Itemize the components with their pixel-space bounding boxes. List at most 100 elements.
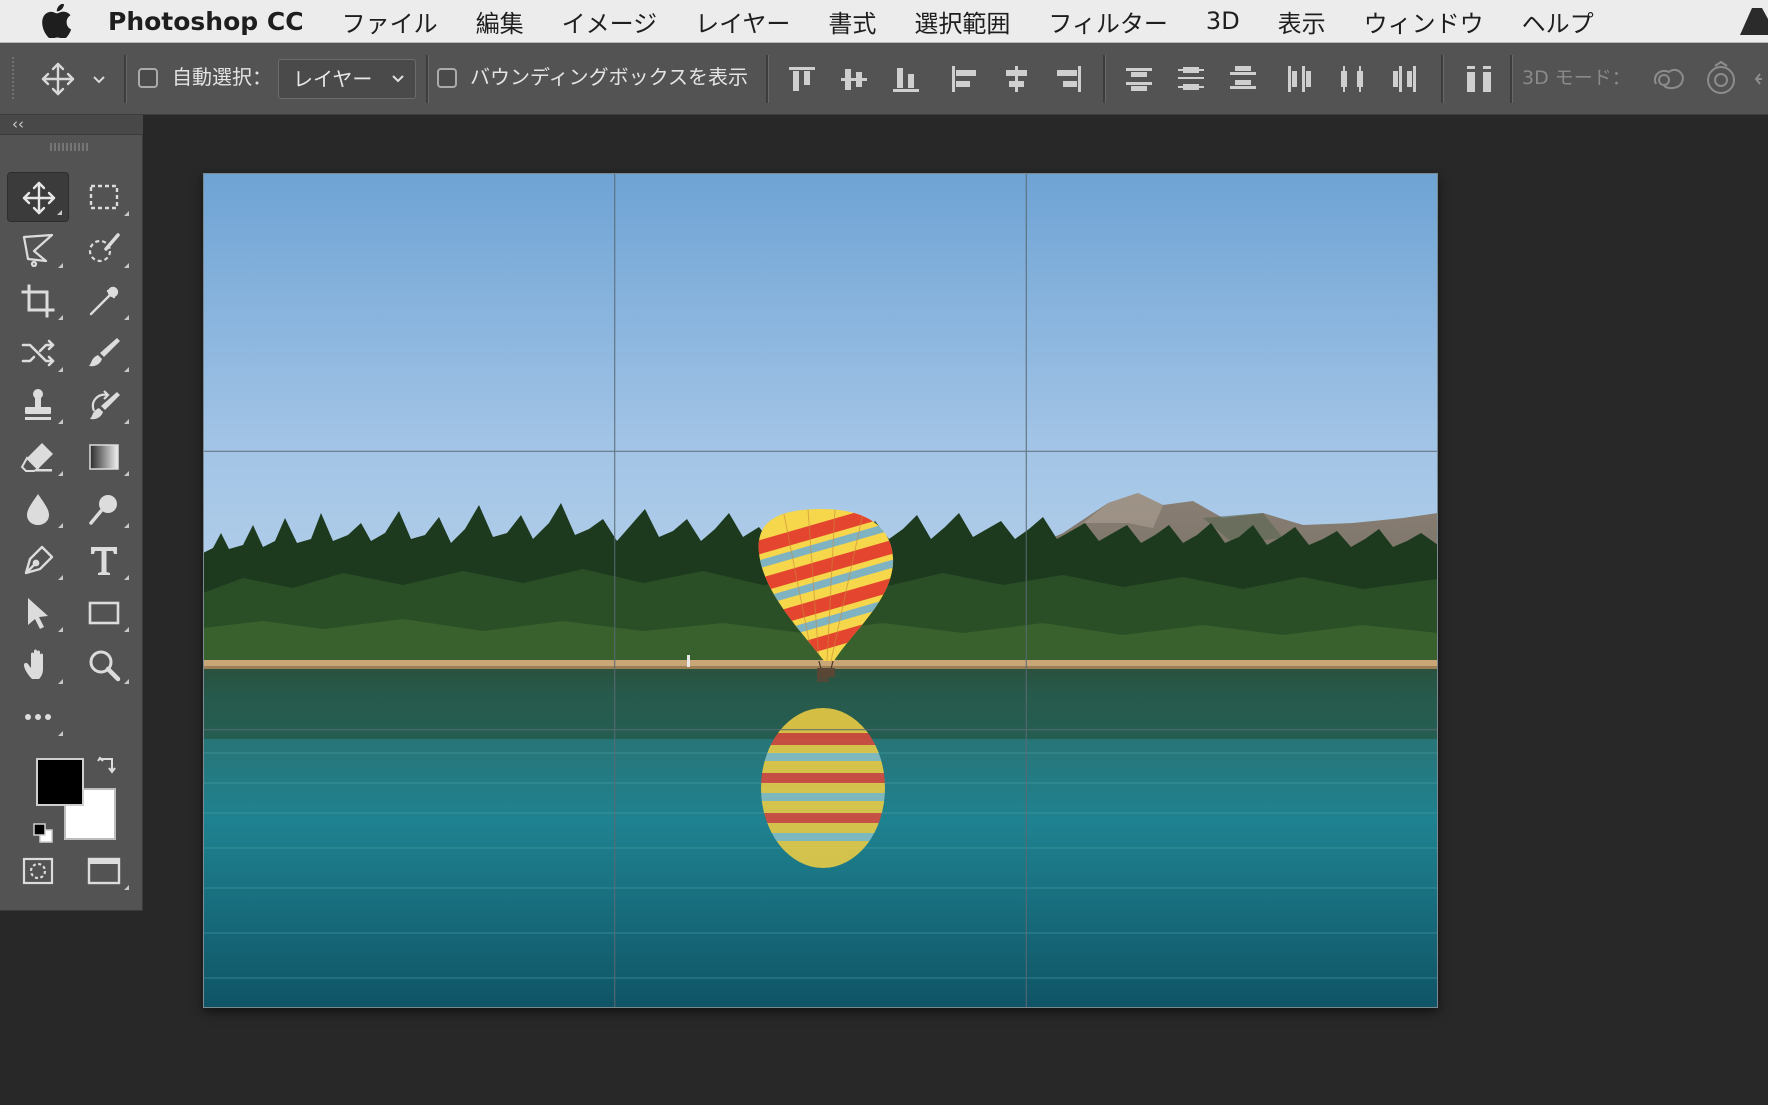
move-tool[interactable] bbox=[7, 172, 69, 222]
menu-bar: Photoshop CC ファイル 編集 イメージ レイヤー 書式 選択範囲 フ… bbox=[0, 0, 1768, 43]
menu-layer[interactable]: レイヤー bbox=[695, 4, 790, 39]
tool-flyout-indicator bbox=[124, 679, 129, 684]
dodge-tool[interactable] bbox=[73, 484, 135, 534]
crop-icon bbox=[21, 284, 55, 318]
menu-file[interactable]: ファイル bbox=[342, 4, 438, 39]
arrow-pointer-icon bbox=[28, 598, 48, 629]
app-name-menu[interactable]: Photoshop CC bbox=[108, 7, 304, 36]
tool-flyout-indicator bbox=[58, 575, 63, 580]
align-vertical-centers-icon[interactable] bbox=[837, 62, 871, 96]
distribute-left-edges-icon[interactable] bbox=[1283, 62, 1317, 96]
quick-selection-icon bbox=[88, 233, 120, 263]
3d-orbit-icon[interactable] bbox=[1650, 60, 1688, 98]
auto-select-target-dropdown[interactable]: レイヤー bbox=[278, 59, 416, 99]
menu-view[interactable]: 表示 bbox=[1278, 4, 1326, 39]
rectangle-tool[interactable] bbox=[73, 588, 135, 638]
tools-panel-grip[interactable] bbox=[50, 143, 90, 151]
tool-flyout-indicator bbox=[58, 523, 63, 528]
menu-help[interactable]: ヘルプ bbox=[1522, 4, 1594, 39]
photo-balloon-over-lake bbox=[203, 173, 1438, 1008]
menu-filter[interactable]: フィルター bbox=[1048, 4, 1168, 39]
type-tool[interactable] bbox=[73, 536, 135, 586]
tool-preset-chevron-down-icon[interactable] bbox=[92, 75, 106, 85]
screen-mode-button[interactable] bbox=[73, 846, 135, 896]
clone-stamp-tool[interactable] bbox=[7, 380, 69, 430]
path-selection-tool[interactable] bbox=[7, 588, 69, 638]
distribute-vertical-centers-icon[interactable] bbox=[1174, 62, 1208, 96]
quick-selection-tool[interactable] bbox=[73, 224, 135, 274]
edit-toolbar-button[interactable] bbox=[7, 692, 69, 742]
brush-tool[interactable] bbox=[73, 328, 135, 378]
pen-icon bbox=[24, 545, 54, 575]
show-bounding-box-label: バウンディングボックスを表示 bbox=[470, 65, 748, 89]
swap-colors-icon[interactable] bbox=[96, 753, 120, 777]
quick-mask-mode-button[interactable] bbox=[7, 846, 69, 896]
collapse-chevrons-icon[interactable]: ‹‹ bbox=[12, 115, 24, 133]
brush-icon bbox=[89, 338, 120, 367]
auto-select-label: 自動選択： bbox=[172, 65, 272, 89]
history-brush-tool[interactable] bbox=[73, 380, 135, 430]
options-bar: 自動選択： レイヤー バウンディングボックスを表示 3D モード： bbox=[0, 43, 1768, 115]
marquee-icon bbox=[89, 184, 119, 210]
tools-panel-collapse-bar[interactable]: ‹‹ bbox=[0, 115, 143, 135]
tool-flyout-indicator bbox=[124, 419, 129, 424]
tool-flyout-indicator bbox=[124, 885, 129, 890]
menu-type[interactable]: 書式 bbox=[828, 4, 876, 39]
distribute-horizontal-centers-icon[interactable] bbox=[1335, 62, 1369, 96]
options-bar-grip[interactable] bbox=[12, 57, 14, 101]
distribute-right-edges-icon[interactable] bbox=[1387, 62, 1421, 96]
move-icon bbox=[22, 181, 56, 215]
align-left-edges-icon[interactable] bbox=[947, 62, 981, 96]
hand-tool[interactable] bbox=[7, 640, 69, 690]
apple-menu[interactable] bbox=[40, 3, 74, 39]
dodge-icon bbox=[89, 495, 117, 525]
menu-window[interactable]: ウィンドウ bbox=[1364, 4, 1484, 39]
apple-icon bbox=[42, 4, 72, 38]
3d-roll-icon[interactable] bbox=[1702, 60, 1740, 98]
menu-select[interactable]: 選択範囲 bbox=[914, 4, 1010, 39]
tool-flyout-indicator bbox=[124, 627, 129, 632]
tool-flyout-indicator bbox=[124, 263, 129, 268]
show-bounding-box-checkbox[interactable] bbox=[437, 68, 457, 88]
rectangular-marquee-tool[interactable] bbox=[73, 172, 135, 222]
crop-tool[interactable] bbox=[7, 276, 69, 326]
menu-image[interactable]: イメージ bbox=[562, 4, 658, 39]
rectangle-shape-icon bbox=[88, 601, 120, 625]
menu-edit[interactable]: 編集 bbox=[476, 4, 524, 39]
foreground-color-swatch[interactable] bbox=[36, 758, 84, 806]
content-aware-move-tool[interactable] bbox=[7, 328, 69, 378]
3d-mode-label: 3D モード： bbox=[1522, 67, 1631, 89]
align-bottom-edges-icon[interactable] bbox=[889, 62, 923, 96]
tool-flyout-indicator bbox=[58, 419, 63, 424]
align-top-edges-icon[interactable] bbox=[785, 62, 819, 96]
gradient-icon bbox=[89, 444, 119, 470]
eyedropper-tool[interactable] bbox=[73, 276, 135, 326]
content-aware-move-icon bbox=[21, 339, 55, 367]
zoom-tool[interactable] bbox=[73, 640, 135, 690]
magnifier-icon bbox=[89, 650, 121, 682]
drive-icon[interactable] bbox=[1740, 6, 1768, 36]
default-colors-icon[interactable] bbox=[32, 822, 54, 844]
options-separator bbox=[1103, 55, 1106, 103]
document-canvas[interactable] bbox=[203, 173, 1438, 1008]
distribute-spacing-icon[interactable] bbox=[1462, 62, 1496, 96]
align-right-edges-icon[interactable] bbox=[1051, 62, 1085, 96]
quick-mask-icon bbox=[22, 857, 54, 885]
eraser-tool[interactable] bbox=[7, 432, 69, 482]
gradient-tool[interactable] bbox=[73, 432, 135, 482]
auto-select-checkbox[interactable] bbox=[138, 68, 158, 88]
menu-3d[interactable]: 3D bbox=[1206, 7, 1240, 35]
pen-tool[interactable] bbox=[7, 536, 69, 586]
tool-flyout-indicator bbox=[57, 210, 62, 215]
lasso-tool[interactable] bbox=[7, 224, 69, 274]
3d-pan-icon[interactable] bbox=[1754, 60, 1768, 98]
move-tool-preset-icon[interactable] bbox=[40, 61, 76, 97]
tool-flyout-indicator bbox=[124, 315, 129, 320]
align-horizontal-centers-icon[interactable] bbox=[999, 62, 1033, 96]
distribute-bottom-edges-icon[interactable] bbox=[1226, 62, 1260, 96]
tool-flyout-indicator bbox=[124, 367, 129, 372]
more-dots-icon bbox=[25, 714, 51, 720]
distribute-top-edges-icon[interactable] bbox=[1122, 62, 1156, 96]
blur-tool[interactable] bbox=[7, 484, 69, 534]
tool-flyout-indicator bbox=[124, 523, 129, 528]
